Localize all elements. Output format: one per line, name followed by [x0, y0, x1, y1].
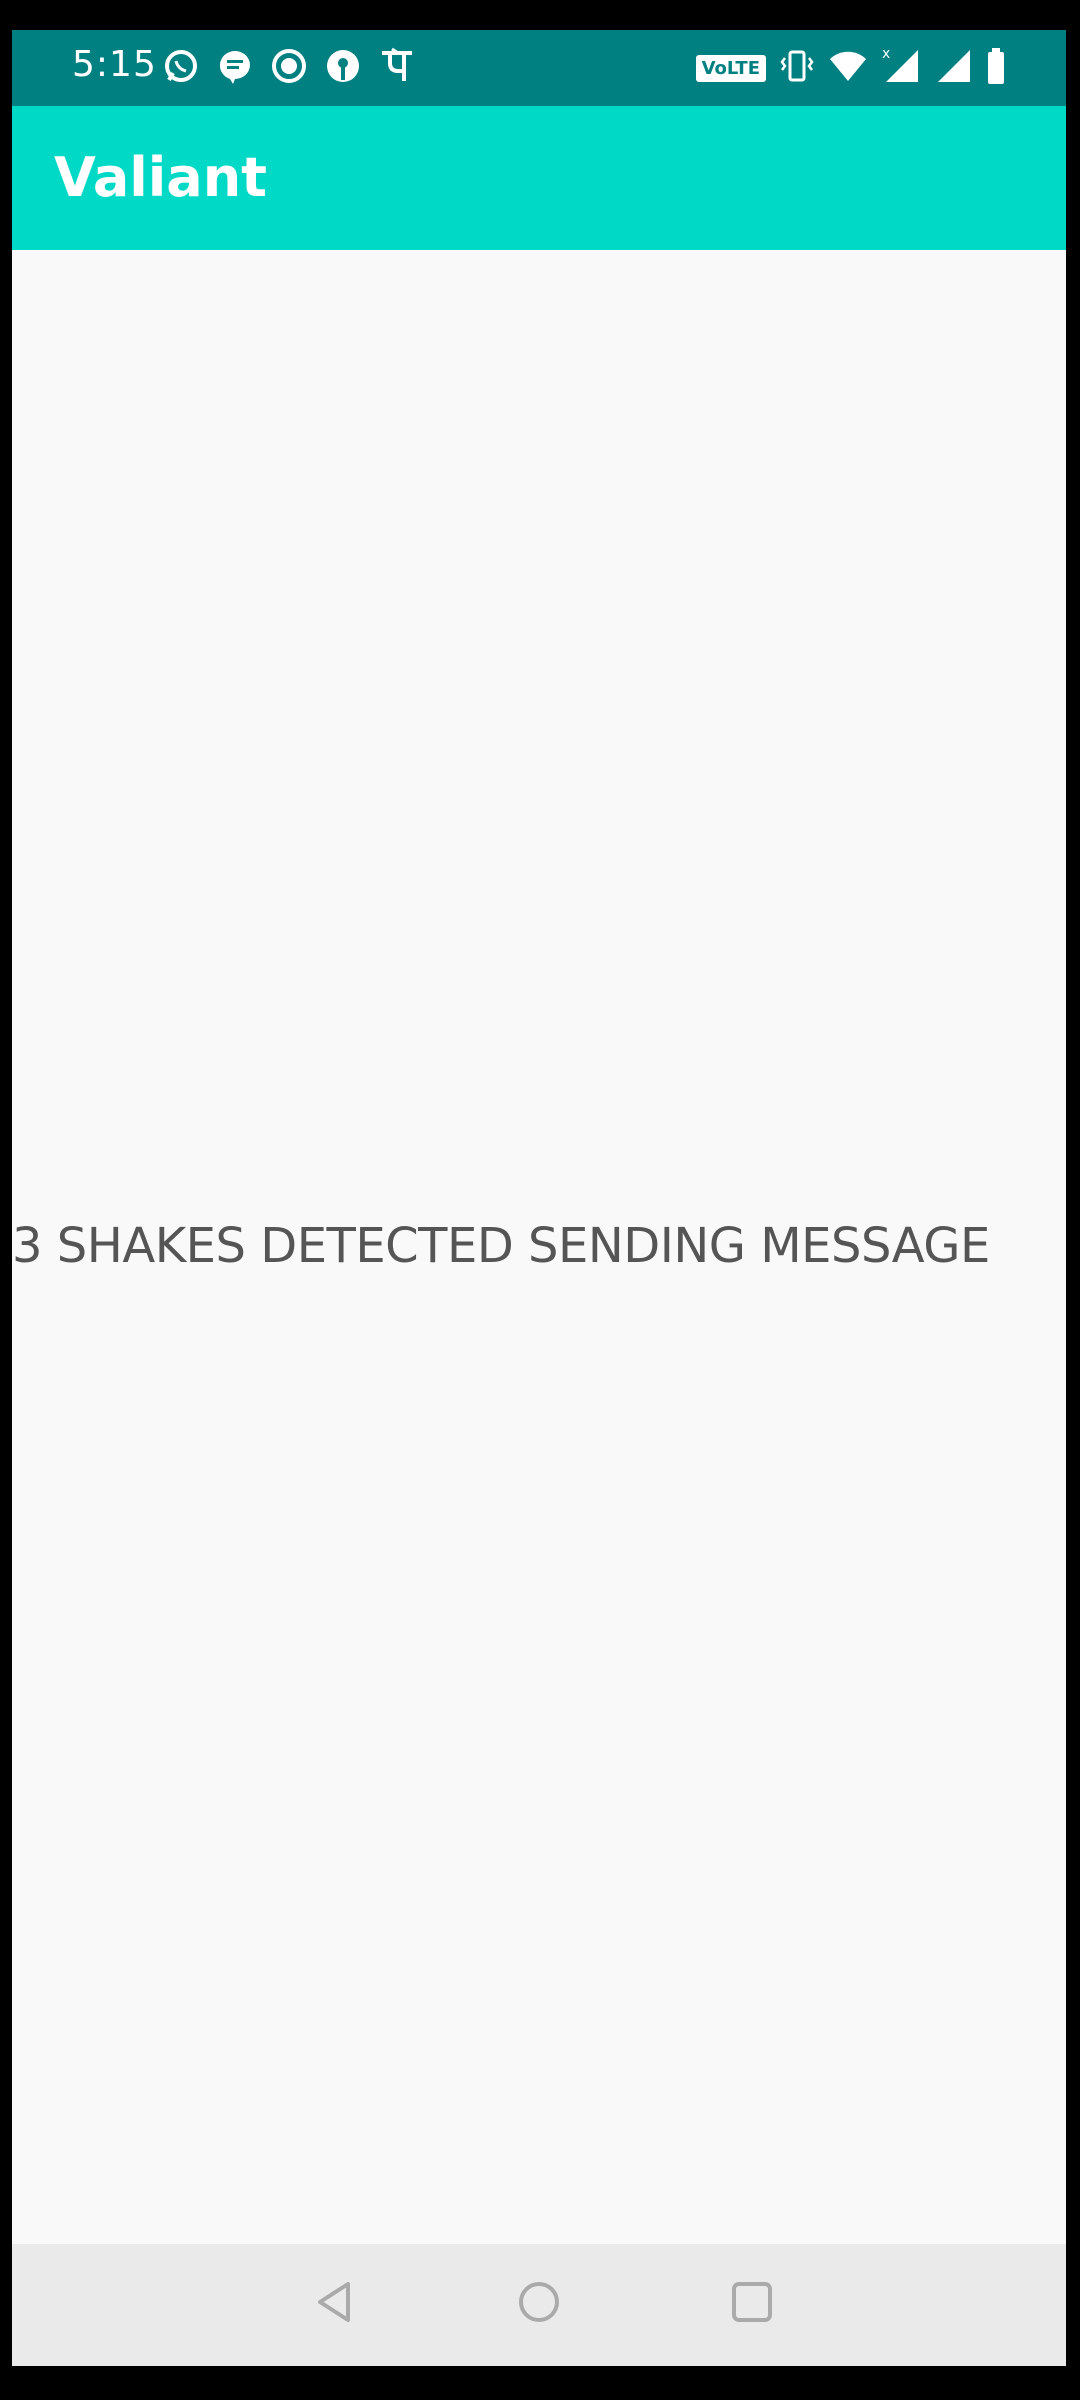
shake-status-message: 3 SHAKES DETECTED SENDING MESSAGE: [12, 1218, 990, 1274]
navigation-bar: [12, 2244, 1066, 2366]
battery-icon: [986, 47, 1006, 89]
volte-badge: VoLTE: [695, 54, 766, 82]
phone-screen: 5:15 VoLTE x Valiant 3 SHAKES DETECTED S…: [12, 30, 1066, 2366]
status-bar: 5:15 VoLTE x: [12, 30, 1066, 106]
app-bar: Valiant: [12, 106, 1066, 250]
app-title: Valiant: [54, 146, 267, 209]
signal-icon: [936, 48, 972, 89]
signal-x-icon: x: [882, 46, 922, 91]
home-button[interactable]: [509, 2274, 569, 2334]
bank-icon: [324, 47, 362, 90]
chat-bubble-icon: [216, 47, 254, 90]
wifi-icon: [828, 49, 868, 88]
home-icon: [517, 2280, 561, 2329]
main-content: 3 SHAKES DETECTED SENDING MESSAGE: [12, 250, 1066, 2250]
recents-button[interactable]: [722, 2274, 782, 2334]
phonepe-icon: [378, 47, 416, 90]
record-icon: [270, 47, 308, 90]
vibrate-icon: [780, 48, 814, 89]
system-status-icons: VoLTE x: [695, 46, 1006, 91]
back-button[interactable]: [304, 2274, 364, 2334]
status-time: 5:15: [72, 44, 157, 85]
whatsapp-icon: [162, 47, 200, 90]
recents-icon: [730, 2280, 774, 2329]
back-icon: [314, 2280, 354, 2329]
notification-icons: [162, 46, 416, 90]
svg-text:x: x: [882, 46, 890, 62]
